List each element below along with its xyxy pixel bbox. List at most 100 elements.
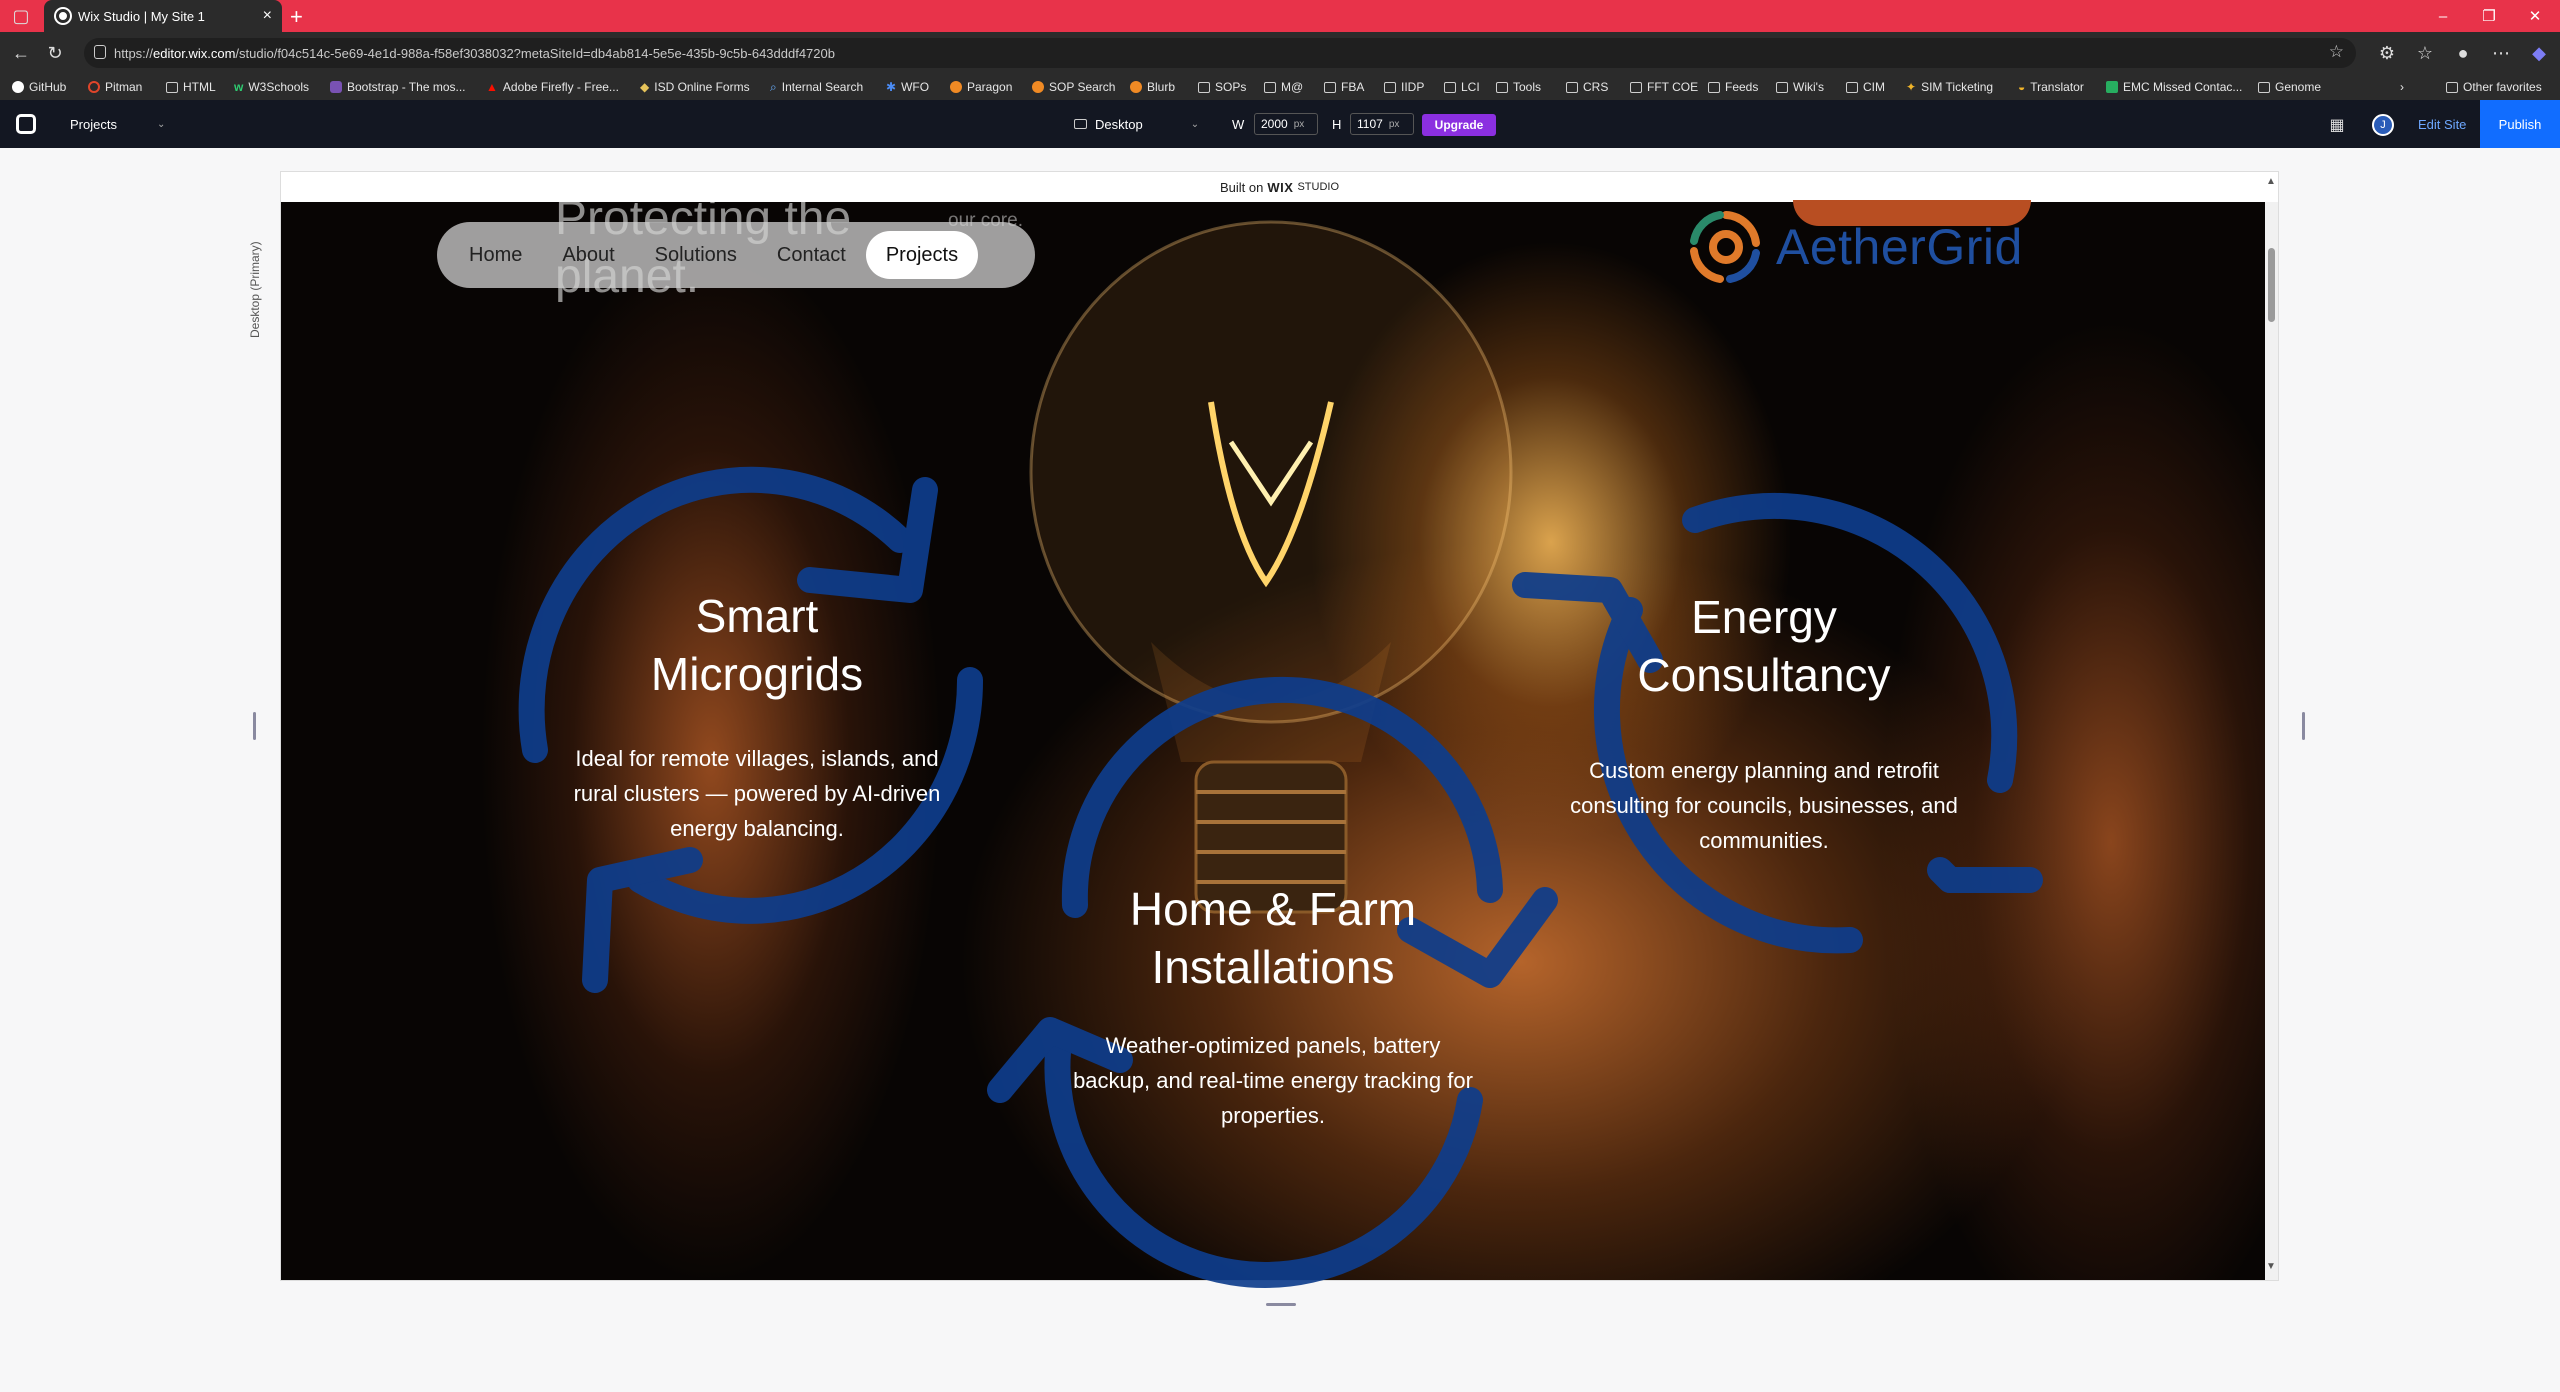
bookmark-iidp[interactable]: IIDP <box>1384 74 1424 100</box>
bookmark-crs[interactable]: CRS <box>1566 74 1608 100</box>
bookmark-bootstrap[interactable]: Bootstrap - The mos... <box>330 74 466 100</box>
bookmark-w3schools[interactable]: w W3Schools <box>234 74 309 100</box>
nav-home[interactable]: Home <box>449 231 542 279</box>
more-icon[interactable]: ⋯ <box>2486 38 2516 68</box>
bookmark-internal-search[interactable]: ⌕ Internal Search <box>770 74 863 100</box>
bookmark-genome[interactable]: Genome <box>2258 74 2321 100</box>
folder-icon <box>2258 81 2270 93</box>
wix-studio-logo-icon[interactable] <box>16 114 36 134</box>
favorite-star-icon[interactable]: ☆ <box>2329 42 2344 62</box>
nav-contact[interactable]: Contact <box>757 231 866 279</box>
width-label: W <box>1232 116 1245 132</box>
bookmark-feeds[interactable]: Feeds <box>1708 74 1758 100</box>
address-bar[interactable]: https://editor.wix.com/studio/f04c514c-5… <box>84 38 2356 68</box>
bookmark-sop-search[interactable]: SOP Search <box>1032 74 1115 100</box>
user-avatar[interactable]: J <box>2372 114 2394 136</box>
copilot-icon[interactable]: ◆ <box>2524 38 2554 68</box>
bookmark-fft-coe[interactable]: FFT COE <box>1630 74 1698 100</box>
new-tab-button[interactable]: + <box>290 4 303 30</box>
bookmarks-bar: GitHub Pitman HTML w W3Schools Bootstrap … <box>0 74 2560 100</box>
folder-icon <box>1776 81 1788 93</box>
upgrade-button[interactable]: Upgrade <box>1422 114 1496 136</box>
nav-solutions[interactable]: Solutions <box>635 231 757 279</box>
bookmark-fba[interactable]: FBA <box>1324 74 1364 100</box>
browser-tab[interactable]: Wix Studio | My Site 1 × <box>44 0 282 32</box>
tab-title: Wix Studio | My Site 1 <box>78 8 205 24</box>
wfo-icon: ✱ <box>886 80 897 94</box>
height-label: H <box>1332 116 1342 132</box>
folder-icon <box>1630 81 1642 93</box>
bookmark-adobe-firefly[interactable]: ▲ Adobe Firefly - Free... <box>486 74 619 100</box>
other-favorites[interactable]: Other favorites <box>2446 74 2542 100</box>
favorites-icon[interactable]: ☆ <box>2410 38 2440 68</box>
minimize-icon[interactable]: – <box>2420 0 2466 32</box>
site-info-icon[interactable] <box>94 45 106 59</box>
w3schools-icon: w <box>234 80 244 94</box>
extensions-icon[interactable]: ⚙ <box>2372 38 2402 68</box>
profile-icon[interactable]: ● <box>2448 38 2478 68</box>
bookmark-github[interactable]: GitHub <box>12 74 66 100</box>
apps-grid-icon[interactable]: ▦ <box>2322 110 2352 140</box>
feature-title-home-farm: Home & Farm Installations <box>1129 883 1417 993</box>
bookmark-cim[interactable]: CIM <box>1846 74 1885 100</box>
bookmark-paragon[interactable]: Paragon <box>950 74 1012 100</box>
tab-actions-icon[interactable]: ▢ <box>6 1 36 31</box>
window-close-icon[interactable]: ✕ <box>2512 0 2558 32</box>
forms-icon: ◆ <box>640 80 650 94</box>
height-input[interactable]: 1107 px <box>1350 113 1414 135</box>
scroll-up-icon[interactable]: ▲ <box>2266 176 2276 187</box>
device-selector[interactable]: Desktop ⌄ <box>1074 100 1199 148</box>
projects-menu[interactable]: Projects ⌄ <box>70 100 165 148</box>
bookmark-wfo[interactable]: ✱ WFO <box>886 74 929 100</box>
blurb-icon <box>1130 81 1142 93</box>
right-resize-handle[interactable] <box>2302 712 2305 740</box>
search-icon: ⌕ <box>770 79 777 94</box>
bookmark-sim-ticketing[interactable]: ✦ SIM Ticketing <box>1906 74 1993 100</box>
url-host: editor.wix.com <box>153 45 236 61</box>
folder-icon <box>1444 81 1456 93</box>
bookmark-translator[interactable]: ◒ Translator <box>2018 74 2084 100</box>
bookmarks-overflow-icon[interactable]: › <box>2400 74 2404 100</box>
chevron-down-icon: ⌄ <box>1190 118 1200 130</box>
folder-icon <box>1324 81 1336 93</box>
feature-desc-energy-consultancy: Custom energy planning and retrofit cons… <box>1570 758 1958 853</box>
bookmark-html[interactable]: HTML <box>166 74 216 100</box>
feature-desc-smart-microgrids: Ideal for remote villages, islands, and … <box>573 746 941 841</box>
bookmark-blurb[interactable]: Blurb <box>1130 74 1175 100</box>
bookmark-emc-missed-contact[interactable]: EMC Missed Contac... <box>2106 74 2242 100</box>
close-tab-icon[interactable]: × <box>263 7 272 25</box>
browser-tab-strip <box>0 0 2560 32</box>
reload-icon[interactable]: ↻ <box>40 38 70 68</box>
bookmark-m-at[interactable]: M@ <box>1264 74 1303 100</box>
desktop-icon <box>1074 119 1087 129</box>
nav-projects[interactable]: Projects <box>865 231 979 279</box>
breakpoint-label[interactable]: Desktop (Primary) <box>248 241 262 338</box>
bookmark-wikis[interactable]: Wiki's <box>1776 74 1824 100</box>
publish-button[interactable]: Publish <box>2480 100 2560 148</box>
bottom-resize-handle[interactable] <box>1266 1303 1296 1306</box>
aethergrid-logo[interactable]: AetherGrid <box>1686 206 2023 288</box>
width-input[interactable]: 2000 px <box>1254 113 1318 135</box>
pitman-icon <box>88 81 100 93</box>
emc-icon <box>2106 81 2118 93</box>
bookmark-pitman[interactable]: Pitman <box>88 74 142 100</box>
scroll-down-icon[interactable]: ▼ <box>2266 1261 2276 1272</box>
scrollbar-thumb[interactable] <box>2268 248 2275 322</box>
bookmark-tools[interactable]: Tools <box>1496 74 1541 100</box>
folder-icon <box>1846 81 1858 93</box>
left-resize-handle[interactable] <box>253 712 256 740</box>
feature-title-smart-microgrids: Smart Microgrids <box>650 590 864 700</box>
bookmark-sops[interactable]: SOPs <box>1198 74 1246 100</box>
folder-icon <box>1264 81 1276 93</box>
back-icon[interactable]: ← <box>6 38 36 68</box>
nav-about[interactable]: About <box>542 231 634 279</box>
paragon-icon <box>950 81 962 93</box>
bootstrap-icon <box>330 81 342 93</box>
sop-search-icon <box>1032 81 1044 93</box>
folder-icon <box>1198 81 1210 93</box>
bookmark-isd-online-forms[interactable]: ◆ ISD Online Forms <box>640 74 750 100</box>
maximize-icon[interactable]: ❐ <box>2466 0 2512 32</box>
site-scrollbar[interactable] <box>2265 202 2278 1280</box>
edit-site-link[interactable]: Edit Site <box>2418 100 2466 148</box>
bookmark-lci[interactable]: LCI <box>1444 74 1480 100</box>
